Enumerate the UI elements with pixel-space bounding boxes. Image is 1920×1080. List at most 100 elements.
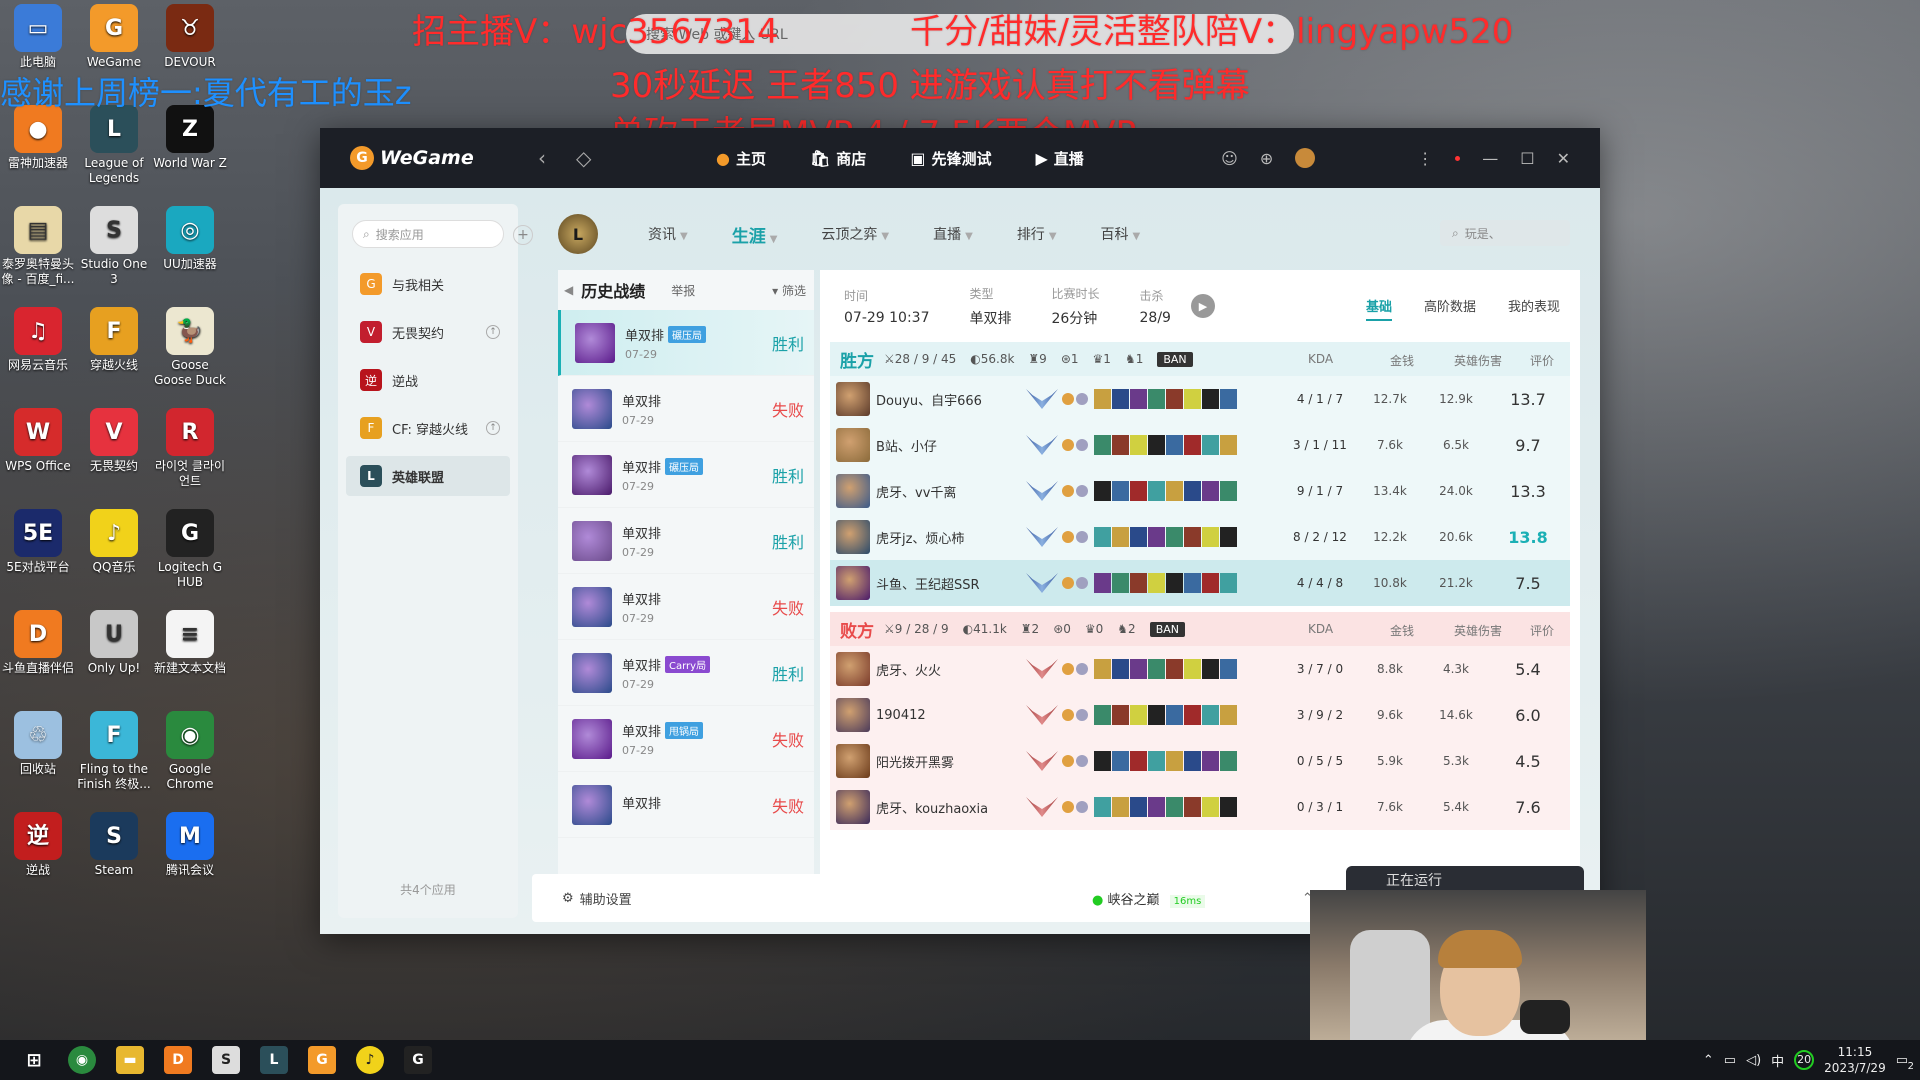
match-item[interactable]: 单双排 碾压局 07-29 胜利 [558, 442, 814, 508]
desktop-icon[interactable]: ♉ DEVOUR [152, 4, 228, 70]
desktop-icon[interactable]: ◉ Google Chrome [152, 711, 228, 792]
player-name[interactable]: Douyu、自宇666 [876, 390, 1026, 409]
network-icon[interactable]: ▭ [1724, 1053, 1736, 1068]
game-tab[interactable]: 生涯 ▼ [732, 222, 778, 247]
wegame-logo[interactable]: G WeGame [350, 146, 520, 170]
column-header-damage[interactable]: 英雄伤害 [1454, 622, 1502, 639]
desktop-icon[interactable]: 5E 5E对战平台 [0, 509, 76, 575]
desktop-icon[interactable]: G WeGame [76, 4, 152, 70]
game-tab[interactable]: 直播 ▼ [933, 224, 973, 244]
desktop-icon[interactable]: V 无畏契约 [76, 408, 152, 474]
column-header-score[interactable]: 评价 [1530, 622, 1554, 639]
game-tab[interactable]: 云顶之弈 ▼ [821, 224, 889, 244]
forward-icon[interactable]: ◇ [576, 146, 596, 170]
desktop-icon[interactable]: ◎ UU加速器 [152, 206, 228, 272]
close-icon[interactable]: ✕ [1557, 149, 1570, 168]
match-item[interactable]: 单双排 甩锅局 07-29 失败 [558, 706, 814, 772]
sidebar-app-item[interactable]: V 无畏契约 ↑ [346, 312, 510, 352]
player-name[interactable]: 斗鱼、王纪超SSR [876, 574, 1026, 593]
notification-center-icon[interactable]: ▭ 2 [1896, 1053, 1914, 1072]
user-avatar[interactable] [1295, 148, 1316, 168]
topnav-home[interactable]: ● 主页 [716, 148, 766, 169]
sidebar-app-item[interactable]: F CF: 穿越火线 ↑ [346, 408, 510, 448]
maximize-icon[interactable]: ☐ [1520, 149, 1534, 168]
ban-badge[interactable]: BAN [1157, 351, 1193, 367]
match-item[interactable]: 单双排 碾压局 07-29 胜利 [558, 310, 814, 376]
desktop-icon[interactable]: ▤ 泰罗奥特曼头像 - 百度_fi... [0, 206, 76, 287]
replay-play-icon[interactable]: ▶ [1190, 294, 1215, 318]
filter-button[interactable]: ▾ 筛选 [772, 282, 806, 299]
desktop-icon[interactable]: F Fling to the Finish 终极... [76, 711, 152, 792]
desktop-icon[interactable]: ● 雷神加速器 [0, 105, 76, 171]
desktop-icon[interactable]: S Studio One 3 [76, 206, 152, 287]
sidebar-app-item[interactable]: G 与我相关 [346, 264, 510, 304]
desktop-icon[interactable]: ▭ 此电脑 [0, 4, 76, 70]
report-link[interactable]: 举报 [671, 282, 695, 299]
player-row[interactable]: B站、小仔 3 / 1 / 11 7.6k 6.5k 9.7 [830, 422, 1570, 468]
windows-start-icon[interactable]: ⊞ [20, 1046, 48, 1074]
desktop-icon[interactable]: G Logitech G HUB [152, 509, 228, 590]
match-item[interactable]: 单双排 07-29 失败 [558, 376, 814, 442]
player-row[interactable]: 斗鱼、王纪超SSR 4 / 4 / 8 10.8k 21.2k 7.5 [830, 560, 1570, 606]
player-name[interactable]: 190412 [876, 708, 1026, 723]
menu-icon[interactable]: ⋮ [1417, 149, 1433, 168]
desktop-icon[interactable]: R 라이엇 클라이언트 [152, 408, 228, 489]
gear-icon[interactable]: ⚙ [562, 891, 574, 906]
desktop-icon[interactable]: ♫ 网易云音乐 [0, 307, 76, 373]
ban-badge[interactable]: BAN [1149, 621, 1186, 637]
mascot-icon[interactable]: ☺ [1221, 149, 1238, 168]
column-header-gold[interactable]: 金钱 [1390, 352, 1414, 369]
game-tab[interactable]: 排行 ▼ [1017, 224, 1057, 244]
player-row[interactable]: 虎牙、vv千离 9 / 1 / 7 13.4k 24.0k 13.3 [830, 468, 1570, 514]
player-name[interactable]: 虎牙、火火 [876, 660, 1026, 679]
desktop-icon[interactable]: ♪ QQ音乐 [76, 509, 152, 575]
column-header-gold[interactable]: 金钱 [1390, 622, 1414, 639]
column-header-score[interactable]: 评价 [1530, 352, 1554, 369]
desktop-icon[interactable]: Z World War Z [152, 105, 228, 171]
match-item[interactable]: 单双排 失败 [558, 772, 814, 838]
column-header-kda[interactable]: KDA [1308, 352, 1333, 366]
wegame-taskbar-icon[interactable]: G [308, 1046, 336, 1074]
desktop-icon[interactable]: ≡ 新建文本文档 [152, 610, 228, 676]
download-icon[interactable]: ⊕ [1260, 149, 1273, 168]
desktop-icon[interactable]: U Only Up! [76, 610, 152, 676]
game-tab[interactable]: 资讯 ▼ [648, 224, 688, 244]
match-item[interactable]: 单双排 07-29 失败 [558, 574, 814, 640]
match-item[interactable]: 单双排 07-29 胜利 [558, 508, 814, 574]
desktop-icon[interactable]: D 斗鱼直播伴侣 [0, 610, 76, 676]
clock[interactable]: 11:15 2023/7/29 [1824, 1044, 1886, 1076]
player-row[interactable]: Douyu、自宇666 4 / 1 / 7 12.7k 12.9k 13.7 [830, 376, 1570, 422]
player-search-input[interactable]: ⌕ 玩是、 [1440, 220, 1570, 246]
file-explorer-icon[interactable]: ▬ [116, 1046, 144, 1074]
app-search-input[interactable]: ⌕ 搜索应用 + [352, 220, 533, 248]
player-name[interactable]: 虎牙jz、烦心柿 [876, 528, 1026, 547]
collapse-icon[interactable]: ◀ [564, 283, 573, 297]
player-row[interactable]: 虎牙、kouzhaoxia 0 / 3 / 1 7.6k 5.4k 7.6 [830, 784, 1570, 830]
ime-indicator[interactable]: 中 [1771, 1051, 1784, 1070]
desktop-icon[interactable]: S Steam [76, 812, 152, 878]
minimize-icon[interactable]: — [1482, 149, 1498, 168]
player-row[interactable]: 190412 3 / 9 / 2 9.6k 14.6k 6.0 [830, 692, 1570, 738]
player-name[interactable]: B站、小仔 [876, 436, 1026, 455]
chevron-up-icon[interactable]: ⌃ [1703, 1053, 1714, 1068]
player-row[interactable]: 虎牙、火火 3 / 7 / 0 8.8k 4.3k 5.4 [830, 646, 1570, 692]
desktop-icon[interactable]: L League of Legends [76, 105, 152, 186]
desktop-icon[interactable]: F 穿越火线 [76, 307, 152, 373]
player-name[interactable]: 阳光拨开黑雾 [876, 752, 1026, 771]
back-arrow-icon[interactable]: ‹ [538, 146, 558, 170]
desktop-icon[interactable]: 逆逆战 [0, 812, 76, 878]
ghub-icon[interactable]: G [404, 1046, 432, 1074]
tray-badge-icon[interactable]: 20 [1794, 1050, 1815, 1070]
desktop-icon[interactable]: 🦆 Goose Goose Duck [152, 307, 228, 388]
column-header-damage[interactable]: 英雄伤害 [1454, 352, 1502, 369]
volume-icon[interactable]: ◁) [1746, 1053, 1761, 1068]
topnav-test[interactable]: ▣ 先锋测试 [910, 148, 991, 169]
player-name[interactable]: 虎牙、vv千离 [876, 482, 1026, 501]
lol-taskbar-icon[interactable]: L [260, 1046, 288, 1074]
column-header-kda[interactable]: KDA [1308, 622, 1333, 636]
detail-tab[interactable]: 基础 [1365, 296, 1392, 321]
sidebar-app-item[interactable]: L 英雄联盟 [346, 456, 510, 496]
qqmusic-icon[interactable]: ♪ [356, 1046, 384, 1074]
desktop-icon[interactable]: ♲ 回收站 [0, 711, 76, 777]
player-row[interactable]: 虎牙jz、烦心柿 8 / 2 / 12 12.2k 20.6k 13.8 [830, 514, 1570, 560]
